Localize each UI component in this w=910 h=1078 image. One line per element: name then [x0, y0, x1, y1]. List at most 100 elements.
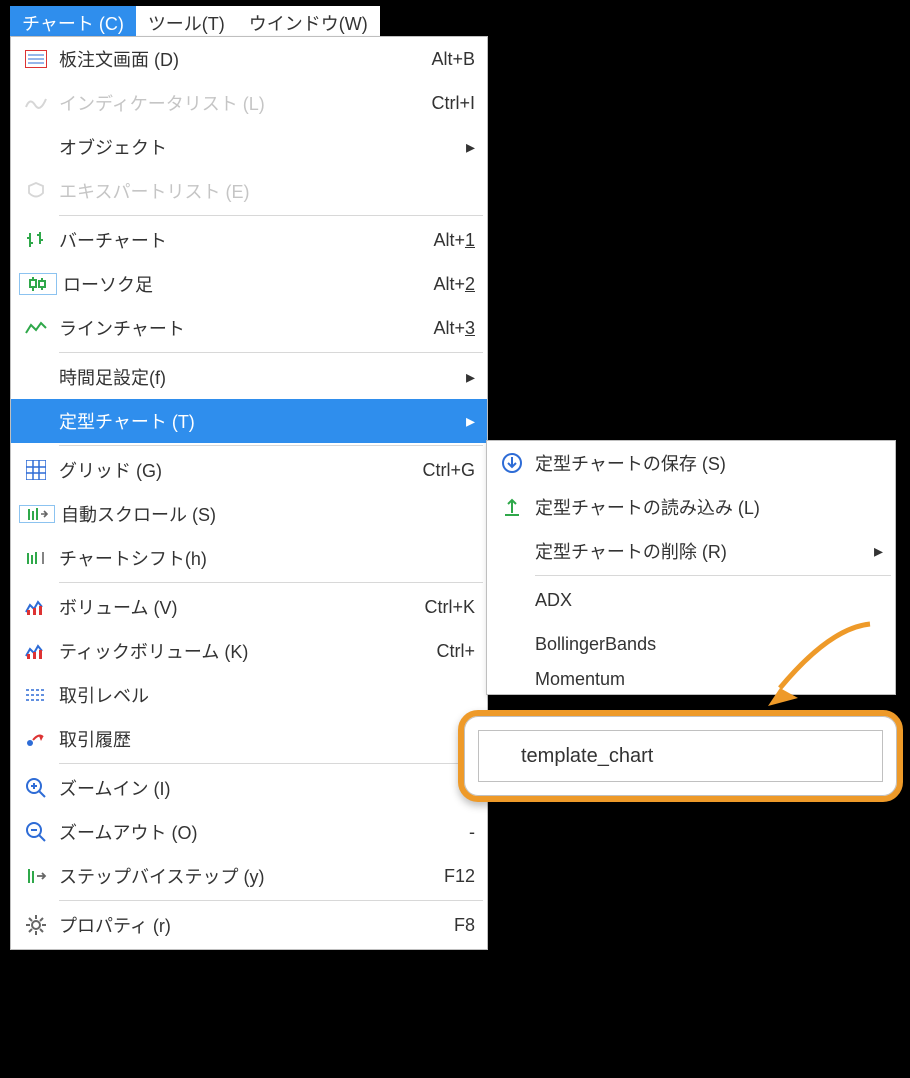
menu-expert-list: エキスパートリスト (E): [11, 169, 487, 213]
menu-label: ズームイン (I): [53, 775, 464, 801]
submenu-save[interactable]: 定型チャートの保存 (S): [487, 441, 895, 485]
menu-order-board[interactable]: 板注文画面 (D) Alt+B: [11, 37, 487, 81]
menu-label: 板注文画面 (D): [53, 46, 431, 72]
submenu-bollinger[interactable]: BollingerBands: [487, 622, 895, 666]
submenu-momentum[interactable]: Momentum: [487, 666, 895, 692]
trade-history-icon: [19, 729, 53, 749]
menu-accel: Ctrl+G: [422, 460, 475, 481]
submenu-template-chart[interactable]: template_chart: [478, 730, 883, 782]
menu-accel: Ctrl+K: [424, 597, 475, 618]
line-chart-icon: [19, 320, 53, 336]
submenu-load[interactable]: 定型チャートの読み込み (L): [487, 485, 895, 529]
zoom-out-icon: [19, 821, 53, 843]
menu-candle[interactable]: ローソク足 Alt+2: [11, 262, 487, 306]
menu-label: チャートシフト(h): [53, 545, 475, 571]
menu-label: ローソク足: [57, 271, 433, 297]
grid-icon: [19, 460, 53, 480]
menu-auto-scroll[interactable]: 自動スクロール (S): [11, 492, 487, 536]
submenu-label: 定型チャートの保存 (S): [529, 450, 883, 476]
menu-label: 時間足設定(f): [53, 364, 461, 390]
candle-icon: [19, 273, 57, 295]
background: [488, 0, 910, 440]
submenu-label: 定型チャートの読み込み (L): [529, 494, 883, 520]
menu-label: エキスパートリスト (E): [53, 178, 475, 204]
menu-accel: Ctrl+: [436, 641, 475, 662]
menu-tick-volume[interactable]: ティックボリューム (K) Ctrl+: [11, 629, 487, 673]
menu-chart-shift[interactable]: チャートシフト(h): [11, 536, 487, 580]
menu-zoom-out[interactable]: ズームアウト (O) -: [11, 810, 487, 854]
submenu-label: ADX: [529, 590, 883, 611]
menu-grid[interactable]: グリッド (G) Ctrl+G: [11, 448, 487, 492]
menu-label: 自動スクロール (S): [55, 501, 475, 527]
menu-step-by-step[interactable]: ステップバイステップ (y) F12: [11, 854, 487, 898]
submenu-label: Momentum: [529, 669, 883, 690]
trade-levels-icon: [19, 686, 53, 704]
submenu-arrow-icon: ▸: [461, 411, 475, 432]
menu-label: プロパティ (r): [53, 912, 454, 938]
separator: [59, 215, 483, 216]
submenu-arrow-icon: ▸: [461, 367, 475, 388]
separator: [59, 582, 483, 583]
menu-label: ラインチャート: [53, 315, 433, 341]
menu-trade-levels[interactable]: 取引レベル: [11, 673, 487, 717]
menu-accel: Alt+2: [433, 274, 475, 295]
menu-accel: Alt+B: [431, 49, 475, 70]
submenu-adx[interactable]: ADX: [487, 578, 895, 622]
menu-zoom-in[interactable]: ズームイン (I) +: [11, 766, 487, 810]
auto-scroll-icon: [19, 505, 55, 523]
menu-objects[interactable]: オブジェクト ▸: [11, 125, 487, 169]
submenu-arrow-icon: ▸: [461, 137, 475, 158]
menu-timeframe[interactable]: 時間足設定(f) ▸: [11, 355, 487, 399]
menu-label: ステップバイステップ (y): [53, 863, 444, 889]
menu-accel: -: [469, 822, 475, 843]
volume-icon: [19, 598, 53, 616]
order-board-icon: [19, 50, 53, 68]
submenu-label: 定型チャートの削除 (R): [529, 538, 869, 564]
step-icon: [19, 867, 53, 885]
separator: [59, 445, 483, 446]
submenu-label: BollingerBands: [529, 634, 883, 655]
load-arrow-icon: [495, 496, 529, 518]
menu-templates[interactable]: 定型チャート (T) ▸: [11, 399, 487, 443]
menu-label: インディケータリスト (L): [53, 90, 431, 116]
menu-accel: Alt+3: [433, 318, 475, 339]
menu-label: バーチャート: [53, 227, 433, 253]
chart-shift-icon: [19, 550, 53, 566]
submenu-arrow-icon: ▸: [869, 541, 883, 562]
tick-volume-icon: [19, 642, 53, 660]
menu-label: 定型チャート (T): [53, 408, 461, 434]
gear-icon: [19, 914, 53, 936]
menu-chart[interactable]: チャート (C): [10, 6, 136, 36]
menu-volume[interactable]: ボリューム (V) Ctrl+K: [11, 585, 487, 629]
menu-label: ズームアウト (O): [53, 819, 469, 845]
submenu-delete[interactable]: 定型チャートの削除 (R) ▸: [487, 529, 895, 573]
expert-icon: [19, 181, 53, 201]
menu-accel: F8: [454, 915, 475, 936]
indicator-icon: [19, 95, 53, 111]
templates-submenu: 定型チャートの保存 (S) 定型チャートの読み込み (L) 定型チャートの削除 …: [486, 440, 896, 695]
bar-chart-icon: [19, 230, 53, 250]
menu-label: ティックボリューム (K): [53, 638, 436, 664]
menu-line-chart[interactable]: ラインチャート Alt+3: [11, 306, 487, 350]
callout-label: template_chart: [521, 745, 653, 768]
menu-label: ボリューム (V): [53, 594, 424, 620]
menu-indicator-list: インディケータリスト (L) Ctrl+I: [11, 81, 487, 125]
separator: [59, 352, 483, 353]
menu-label: オブジェクト: [53, 134, 461, 160]
save-circle-icon: [495, 452, 529, 474]
menu-trade-history[interactable]: 取引履歴: [11, 717, 487, 761]
menu-label: 取引履歴: [53, 726, 475, 752]
menu-properties[interactable]: プロパティ (r) F8: [11, 903, 487, 947]
menu-label: 取引レベル: [53, 682, 475, 708]
menu-tools[interactable]: ツール(T): [136, 6, 237, 36]
chart-dropdown: 板注文画面 (D) Alt+B インディケータリスト (L) Ctrl+I オブ…: [10, 36, 488, 950]
menu-window[interactable]: ウインドウ(W): [237, 6, 380, 36]
menu-accel: F12: [444, 866, 475, 887]
zoom-in-icon: [19, 777, 53, 799]
separator: [535, 575, 891, 576]
menubar: チャート (C) ツール(T) ウインドウ(W): [10, 6, 380, 36]
separator: [59, 763, 483, 764]
menu-bar-chart[interactable]: バーチャート Alt+1: [11, 218, 487, 262]
menu-accel: Alt+1: [433, 230, 475, 251]
separator: [59, 900, 483, 901]
